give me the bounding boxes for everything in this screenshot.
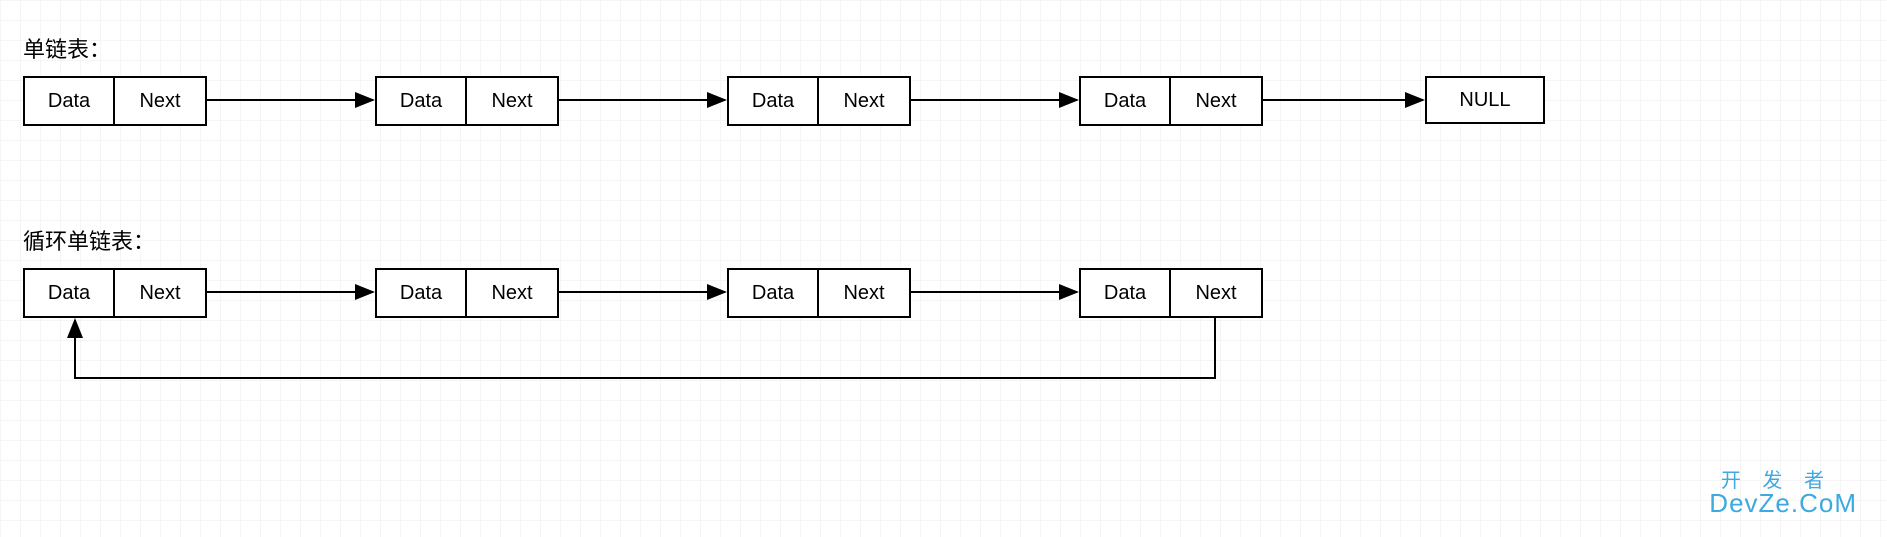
node-data-cell: Data	[1081, 78, 1171, 124]
label-singly-linked-list: 单链表：	[23, 32, 111, 64]
arrows-layer	[0, 0, 1887, 537]
node-data-cell: Data	[377, 78, 467, 124]
null-terminal: NULL	[1425, 76, 1545, 124]
arrow-circular-loop	[75, 318, 1215, 378]
node-next-cell: Next	[467, 270, 557, 316]
node-next-cell: Next	[115, 78, 205, 124]
circular-node-3: Data Next	[727, 268, 911, 318]
label-circular-linked-list: 循环单链表：	[23, 224, 155, 256]
singly-node-4: Data Next	[1079, 76, 1263, 126]
singly-node-1: Data Next	[23, 76, 207, 126]
node-data-cell: Data	[25, 78, 115, 124]
singly-node-2: Data Next	[375, 76, 559, 126]
circular-node-2: Data Next	[375, 268, 559, 318]
node-data-cell: Data	[377, 270, 467, 316]
node-next-cell: Next	[115, 270, 205, 316]
node-data-cell: Data	[1081, 270, 1171, 316]
node-next-cell: Next	[1171, 78, 1261, 124]
circular-node-1: Data Next	[23, 268, 207, 318]
node-next-cell: Next	[1171, 270, 1261, 316]
node-next-cell: Next	[819, 270, 909, 316]
node-data-cell: Data	[25, 270, 115, 316]
node-next-cell: Next	[819, 78, 909, 124]
node-data-cell: Data	[729, 78, 819, 124]
watermark-bottom: DevZe.CoM	[1709, 488, 1857, 519]
singly-node-3: Data Next	[727, 76, 911, 126]
node-data-cell: Data	[729, 270, 819, 316]
node-next-cell: Next	[467, 78, 557, 124]
circular-node-4: Data Next	[1079, 268, 1263, 318]
